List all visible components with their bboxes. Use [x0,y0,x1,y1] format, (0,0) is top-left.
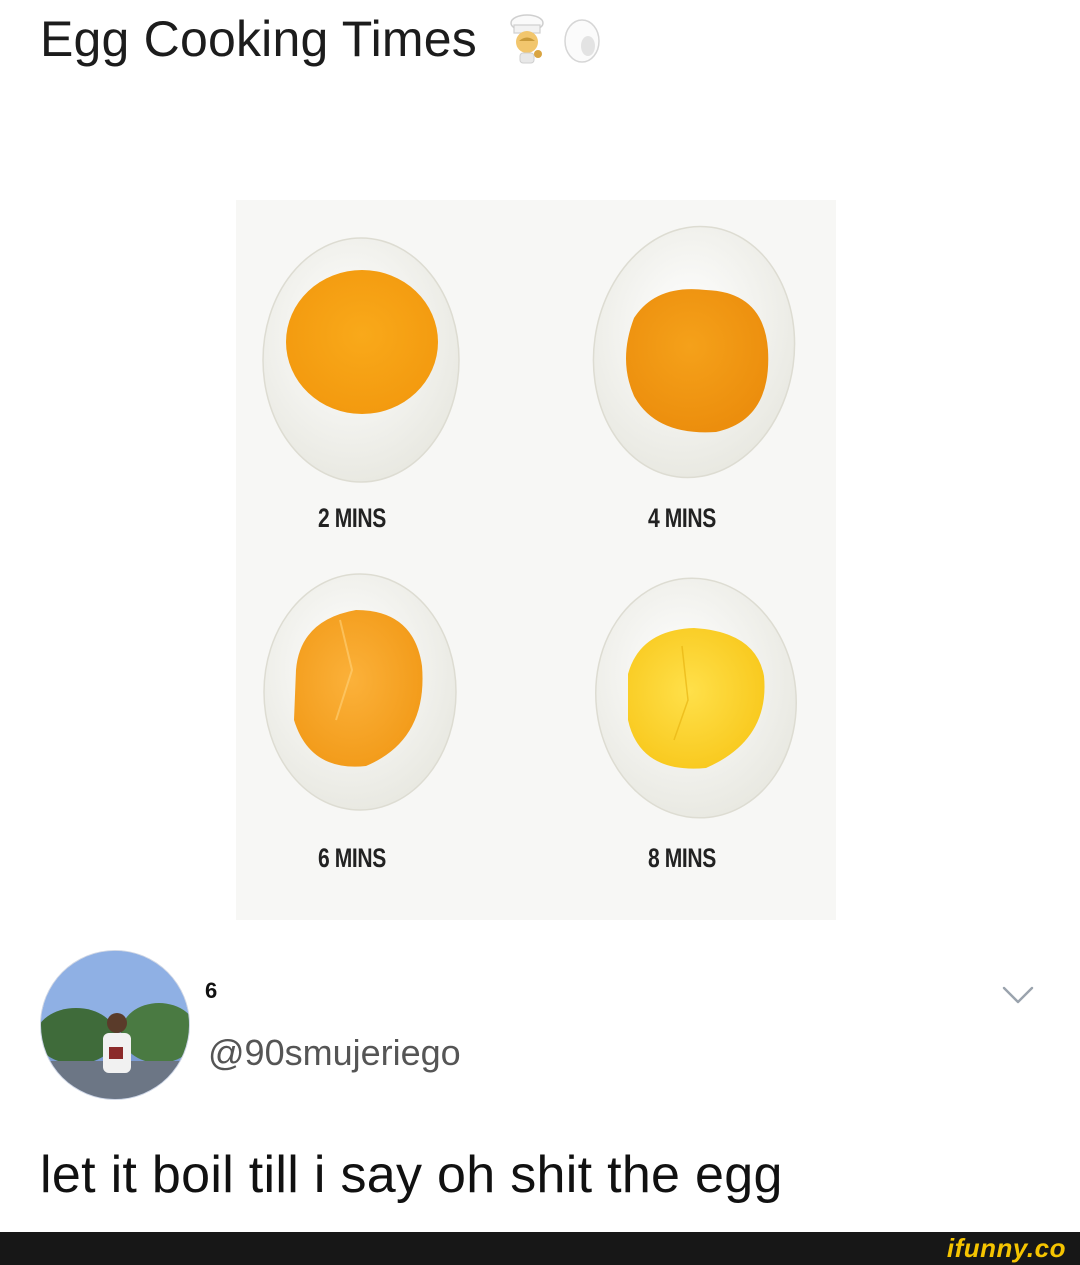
egg-4-mins [592,225,796,479]
ifunny-logo: ifunny.co [946,1233,1066,1263]
egg-label-8-mins: 8 MINS [648,843,716,873]
user-display-name: 6 [205,978,218,1003]
egg-label-4-mins: 4 MINS [648,503,716,533]
avatar[interactable] [40,950,190,1100]
tweet-text: let it boil till i say oh shit the egg [40,1146,783,1204]
egg-8-mins [595,577,797,819]
footer-bar: ifunny.co [0,1232,1080,1265]
avatar-photo [41,951,189,1099]
egg-emoji-icon [564,19,600,63]
egg-label-2-mins: 2 MINS [318,503,386,533]
chef-emoji-icon [510,14,544,64]
post-title-text: Egg Cooking Times [40,11,477,67]
user-handle[interactable]: @90smujeriego [208,1032,461,1074]
egg-2-mins [262,237,460,483]
chevron-down-icon[interactable] [1000,984,1036,1008]
tweet-author-row: 6 @90smujeriego [40,950,1050,1100]
egg-6-mins [263,573,457,811]
egg-cooking-image: 2 MINS 4 MINS 6 MINS 8 MINS [236,200,836,920]
eggs-illustration [262,225,797,819]
post-title: Egg Cooking Times [40,10,601,68]
egg-label-6-mins: 6 MINS [318,843,386,873]
